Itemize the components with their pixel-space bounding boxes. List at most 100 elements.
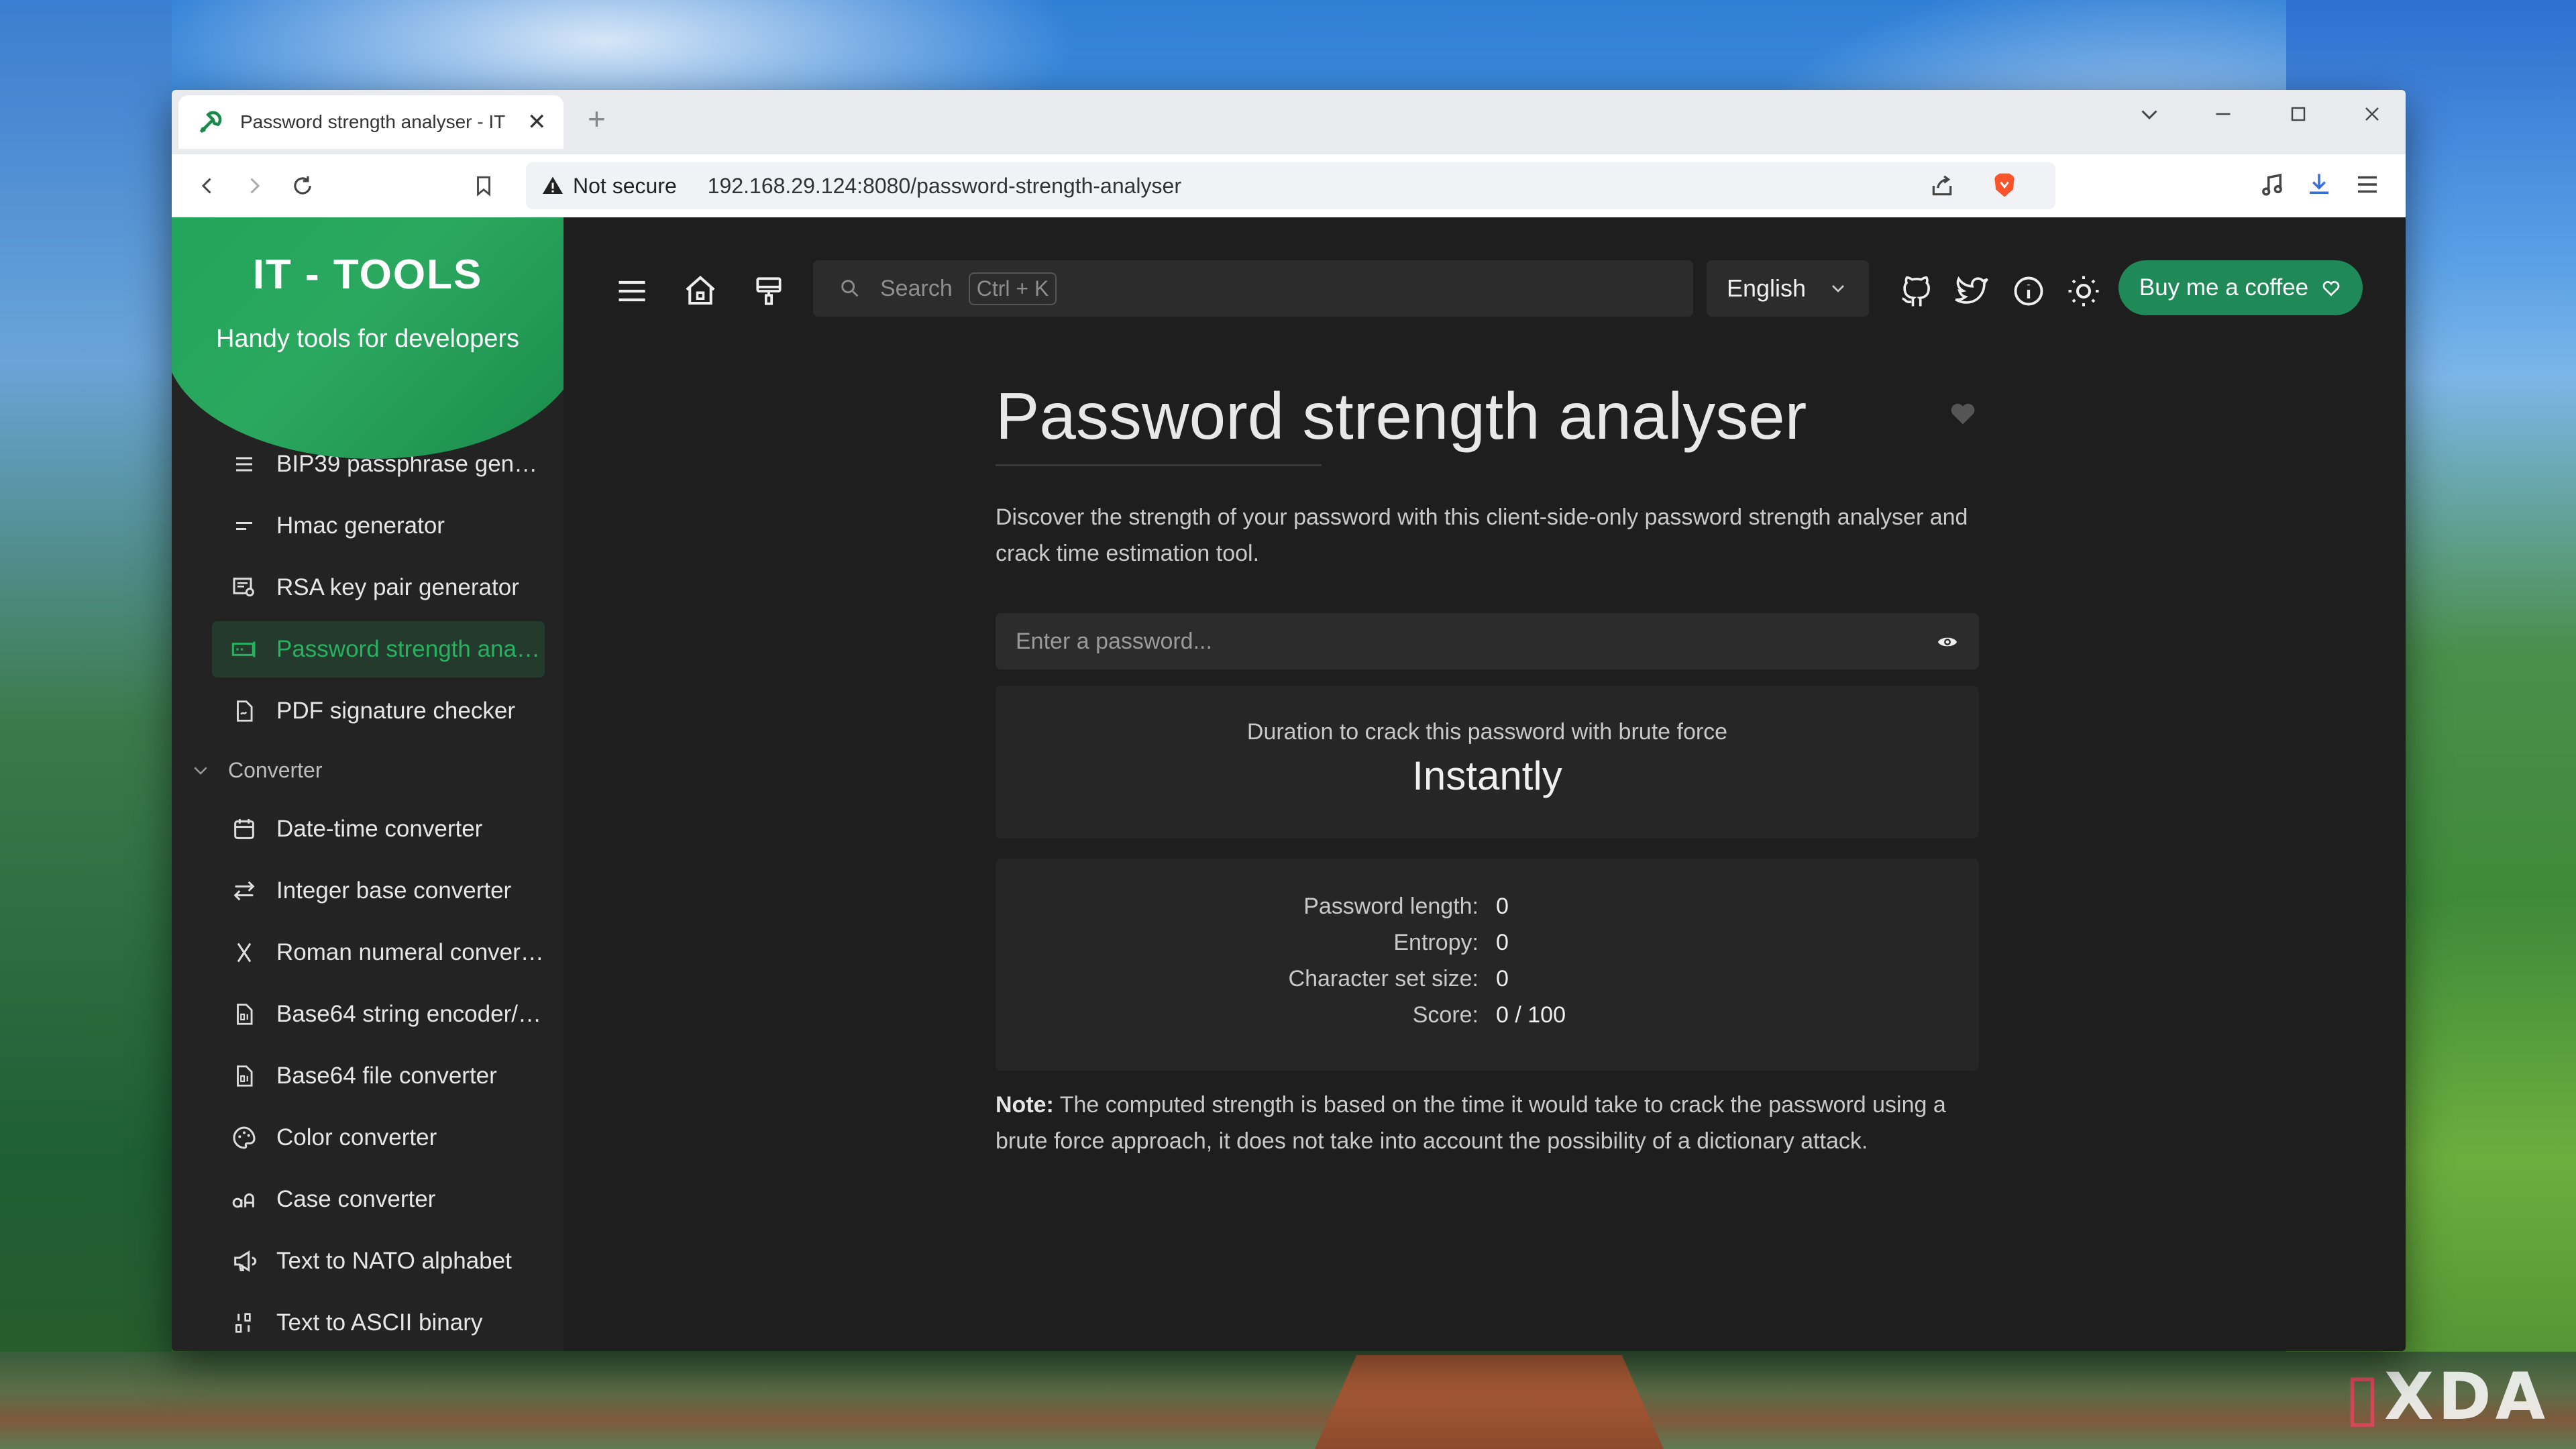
tab-bar: Password strength analyser - IT ✕ + bbox=[172, 90, 2406, 154]
sidebar-item-label: Password strength analyser bbox=[276, 636, 545, 662]
group-label: Converter bbox=[228, 757, 323, 782]
forward-icon[interactable] bbox=[237, 169, 271, 203]
browser-tab[interactable]: Password strength analyser - IT ✕ bbox=[178, 95, 564, 149]
maximize-icon[interactable] bbox=[2286, 102, 2310, 133]
share-icon[interactable] bbox=[1929, 173, 1955, 199]
stat-key: Score: bbox=[1412, 1002, 1479, 1028]
search-icon bbox=[841, 280, 859, 297]
coffee-label: Buy me a coffee bbox=[2139, 274, 2309, 301]
chevron-down-icon bbox=[1832, 285, 1844, 292]
it-tools-app: BIP39 passphrase generator Hmac generato… bbox=[172, 217, 2406, 1351]
sidebar-item-nato[interactable]: Text to NATO alphabet bbox=[212, 1233, 545, 1289]
language-select[interactable]: English bbox=[1707, 260, 1869, 317]
tab-list-chevron-icon[interactable] bbox=[2137, 102, 2161, 133]
palette-icon bbox=[229, 1123, 259, 1152]
heart-icon bbox=[2322, 281, 2340, 297]
app-subtitle: Handy tools for developers bbox=[215, 325, 520, 353]
tab-title: Password strength analyser - IT bbox=[240, 111, 506, 132]
sidebar-item-base64-string[interactable]: Base64 string encoder/decoder bbox=[212, 986, 545, 1042]
arrows-exchange-icon bbox=[229, 876, 259, 906]
strength-note: Note: The computed strength is based on … bbox=[996, 1087, 1982, 1159]
sidebar-group-converter[interactable]: Converter bbox=[172, 750, 564, 790]
sidebar-item-label: Base64 string encoder/decoder bbox=[276, 1001, 545, 1027]
favorite-heart-icon[interactable] bbox=[1948, 398, 1978, 428]
hamburger-menu-icon[interactable] bbox=[612, 271, 652, 311]
stat-key: Character set size: bbox=[1288, 966, 1479, 991]
not-secure-label[interactable]: Not secure bbox=[573, 174, 677, 199]
certificate-icon bbox=[229, 573, 259, 602]
letter-case-icon bbox=[229, 1185, 259, 1214]
sidebar-item-rsa[interactable]: RSA key pair generator bbox=[212, 559, 545, 616]
crack-duration-value: Instantly bbox=[1412, 753, 1562, 798]
sidebar-header: IT - TOOLS Handy tools for developers bbox=[172, 217, 564, 459]
chevron-down-icon bbox=[194, 767, 207, 775]
back-icon[interactable] bbox=[191, 169, 224, 203]
warning-icon[interactable] bbox=[541, 174, 565, 198]
url-text[interactable]: 192.168.29.124:8080/password-strength-an… bbox=[708, 174, 1181, 199]
title-underline bbox=[996, 464, 1322, 466]
wallpaper-left bbox=[0, 0, 172, 1449]
ui-lib-brush-icon[interactable] bbox=[749, 271, 789, 311]
new-tab-icon[interactable]: + bbox=[588, 101, 606, 137]
password-placeholder: Enter a password... bbox=[1016, 628, 1212, 654]
twitter-icon[interactable] bbox=[1952, 271, 1992, 311]
stat-value: 0 / 100 bbox=[1496, 1002, 1566, 1028]
sidebar-item-color[interactable]: Color converter bbox=[212, 1110, 545, 1166]
sidebar-item-password-strength[interactable]: Password strength analyser bbox=[212, 621, 545, 678]
browser-toolbar: Not secure 192.168.29.124:8080/password-… bbox=[172, 154, 2406, 218]
sidebar-item-base64-file[interactable]: Base64 file converter bbox=[212, 1048, 545, 1104]
sidebar-item-pdf-signature[interactable]: PDF signature checker bbox=[212, 683, 545, 739]
menu-icon[interactable] bbox=[2353, 170, 2381, 202]
crack-duration-caption: Duration to crack this password with bru… bbox=[1246, 719, 1728, 745]
wallpaper-house-roof bbox=[1315, 1355, 1664, 1449]
stat-entropy: Entropy: 0 bbox=[996, 930, 1979, 966]
main-panel: Search Ctrl + K English Buy me a coffee … bbox=[564, 217, 2406, 1351]
sidebar-item-ascii-binary[interactable]: Text to ASCII binary bbox=[212, 1295, 545, 1351]
sidebar-item-label: Hmac generator bbox=[276, 513, 445, 539]
sidebar-item-case[interactable]: Case converter bbox=[212, 1171, 545, 1228]
xda-watermark: ▯XDA bbox=[2345, 1359, 2549, 1434]
password-input[interactable]: Enter a password... bbox=[996, 613, 1979, 669]
github-icon[interactable] bbox=[1896, 271, 1936, 311]
close-window-icon[interactable] bbox=[2360, 102, 2384, 133]
address-bar[interactable]: Not secure 192.168.29.124:8080/password-… bbox=[526, 162, 2055, 209]
eye-icon[interactable] bbox=[1936, 631, 1959, 653]
search-bar[interactable]: Search Ctrl + K bbox=[813, 260, 1693, 317]
file-digit-icon bbox=[229, 1000, 259, 1029]
it-tools-favicon-icon bbox=[199, 111, 222, 133]
stat-key: Password length: bbox=[1303, 894, 1479, 919]
brave-shields-icon[interactable] bbox=[1990, 170, 2019, 201]
home-icon[interactable] bbox=[680, 271, 720, 311]
sidebar-item-hmac[interactable]: Hmac generator bbox=[212, 498, 545, 554]
stat-score: Score: 0 / 100 bbox=[996, 1002, 1979, 1038]
password-stats-card: Password length: 0 Entropy: 0 Character … bbox=[996, 859, 1979, 1071]
search-placeholder: Search bbox=[880, 275, 953, 301]
sidebar-item-label: Case converter bbox=[276, 1186, 436, 1212]
theme-sun-icon[interactable] bbox=[2063, 271, 2104, 311]
sidebar-item-label: RSA key pair generator bbox=[276, 574, 519, 600]
file-digit-icon bbox=[229, 1061, 259, 1091]
buy-me-a-coffee-button[interactable]: Buy me a coffee bbox=[2118, 260, 2363, 315]
download-icon[interactable] bbox=[2305, 170, 2333, 202]
sidebar-item-label: Base64 file converter bbox=[276, 1063, 497, 1089]
stat-value: 0 bbox=[1496, 966, 1509, 991]
app-title[interactable]: IT - TOOLS bbox=[172, 251, 564, 299]
tab-close-icon[interactable]: ✕ bbox=[527, 109, 547, 136]
calendar-icon bbox=[229, 814, 259, 844]
sidebar-item-roman[interactable]: Roman numeral converter bbox=[212, 924, 545, 981]
stat-key: Entropy: bbox=[1393, 930, 1479, 955]
crack-duration-card: Duration to crack this password with bru… bbox=[996, 686, 1979, 839]
sidebar: BIP39 passphrase generator Hmac generato… bbox=[172, 217, 564, 1351]
note-label: Note: bbox=[996, 1092, 1054, 1118]
sidebar-item-label: Integer base converter bbox=[276, 877, 512, 904]
reload-icon[interactable] bbox=[286, 169, 319, 203]
minimize-icon[interactable] bbox=[2211, 102, 2235, 133]
sidebar-item-label: PDF signature checker bbox=[276, 698, 515, 724]
sidebar-item-integer-base[interactable]: Integer base converter bbox=[212, 863, 545, 919]
browser-window: Password strength analyser - IT ✕ + Not … bbox=[172, 90, 2406, 1351]
sidebar-item-date-time[interactable]: Date-time converter bbox=[212, 801, 545, 857]
stat-value: 0 bbox=[1496, 930, 1509, 955]
bookmark-icon[interactable] bbox=[467, 169, 500, 203]
info-icon[interactable] bbox=[2008, 271, 2049, 311]
media-icon[interactable] bbox=[2258, 170, 2286, 202]
